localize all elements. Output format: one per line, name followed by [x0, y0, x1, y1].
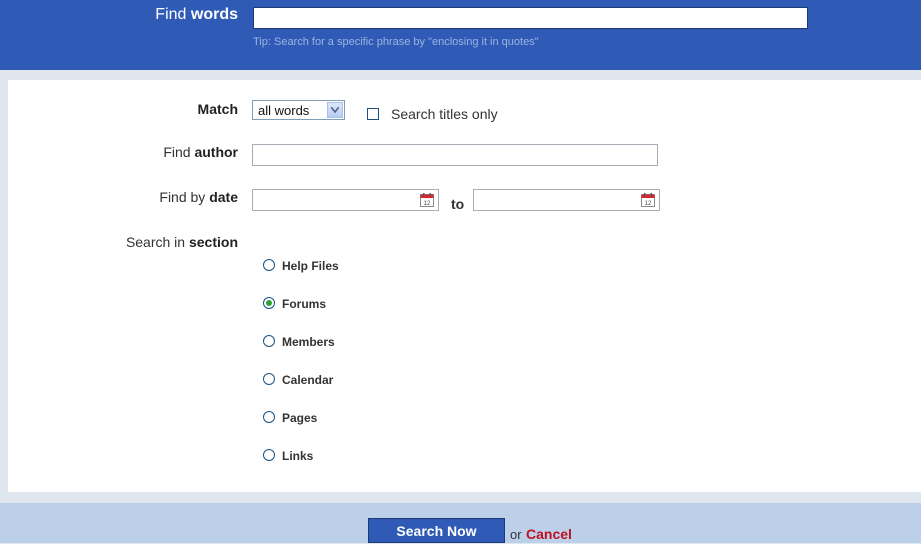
radio-forums[interactable]	[263, 297, 275, 309]
search-options-panel: Match all words Search titles only Find …	[8, 80, 921, 492]
svg-text:12: 12	[424, 201, 431, 207]
match-select[interactable]: all words	[252, 100, 345, 120]
find-author-label: Find author	[163, 144, 238, 160]
calendar-icon[interactable]: 12	[641, 193, 655, 207]
date-from-input[interactable]: 12	[252, 189, 439, 211]
date-to-input[interactable]: 12	[473, 189, 660, 211]
find-words-input[interactable]	[253, 7, 808, 29]
form-footer: Search Now or Cancel	[0, 503, 921, 543]
radio-links[interactable]	[263, 449, 275, 461]
match-selected-value: all words	[258, 103, 310, 118]
radio-help-files[interactable]	[263, 259, 275, 271]
chevron-down-icon[interactable]	[327, 102, 343, 118]
radio-members[interactable]	[263, 335, 275, 347]
search-tip: Tip: Search for a specific phrase by "en…	[253, 36, 539, 48]
find-by-date-label: Find by date	[159, 189, 238, 205]
search-now-button[interactable]: Search Now	[368, 518, 505, 543]
search-titles-checkbox[interactable]	[367, 108, 379, 120]
radio-label-forums[interactable]: Forums	[282, 297, 326, 311]
radio-label-members[interactable]: Members	[282, 335, 335, 349]
radio-calendar[interactable]	[263, 373, 275, 385]
svg-text:12: 12	[645, 201, 652, 207]
search-in-section-label: Search in section	[125, 234, 238, 250]
cancel-link[interactable]: Cancel	[526, 526, 572, 542]
radio-label-calendar[interactable]: Calendar	[282, 373, 333, 387]
find-words-label: Find words	[155, 6, 238, 23]
author-input[interactable]	[252, 144, 658, 166]
radio-label-links[interactable]: Links	[282, 449, 313, 463]
or-text: or	[510, 527, 522, 542]
radio-label-pages[interactable]: Pages	[282, 411, 317, 425]
radio-label-help-files[interactable]: Help Files	[282, 259, 339, 273]
radio-pages[interactable]	[263, 411, 275, 423]
search-titles-label[interactable]: Search titles only	[391, 106, 498, 122]
date-to-label: to	[451, 196, 465, 212]
calendar-icon[interactable]: 12	[420, 193, 434, 207]
find-words-bar: Find words Tip: Search for a specific ph…	[0, 0, 921, 70]
match-label: Match	[197, 101, 238, 117]
